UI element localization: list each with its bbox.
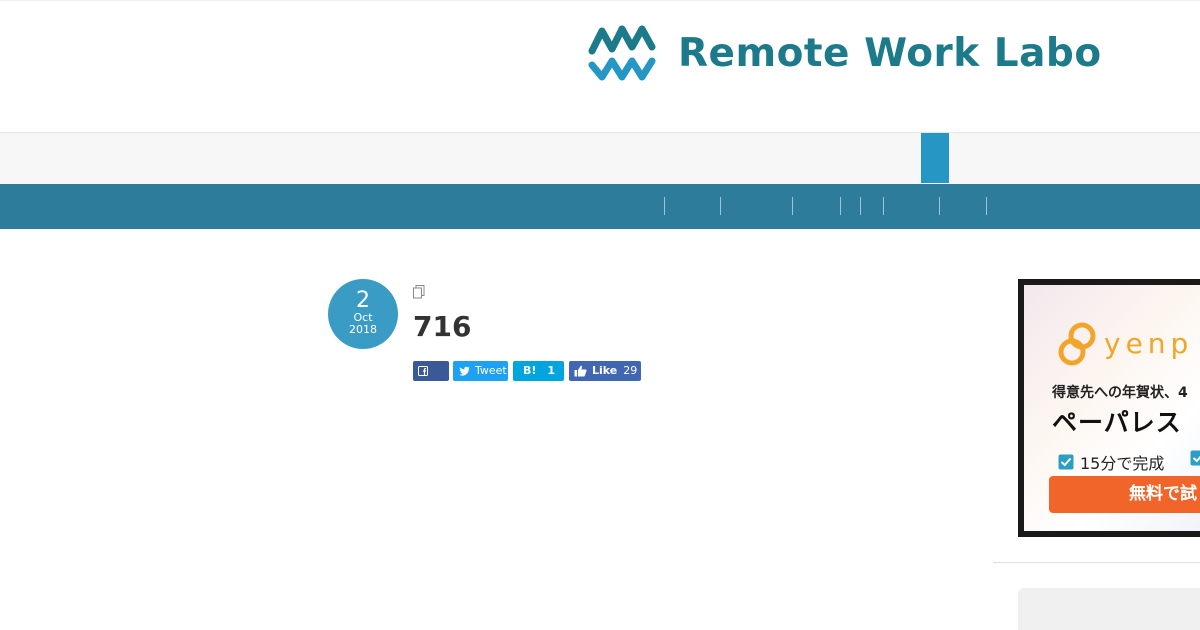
sidebar-divider	[993, 562, 1200, 563]
date-year: 2018	[349, 323, 377, 336]
sub-navigation	[0, 132, 1200, 185]
twitter-share-button[interactable]: Tweet	[453, 361, 508, 381]
nav-divider	[720, 197, 721, 215]
active-nav-tab[interactable]	[921, 133, 949, 183]
ad-feature-1: 15分で完成	[1058, 450, 1164, 474]
hatena-bookmark-count: 1	[547, 364, 556, 377]
nav-divider	[986, 197, 987, 215]
nav-divider	[840, 197, 841, 215]
nav-divider	[664, 197, 665, 215]
ad-brand-logo-icon	[1058, 322, 1096, 366]
checkbox-icon	[1058, 454, 1074, 470]
checkbox-icon	[1190, 450, 1200, 466]
post-date-badge: 2 Oct 2018	[328, 279, 398, 349]
facebook-icon	[418, 366, 428, 376]
twitter-share-label: Tweet	[475, 364, 507, 377]
ad-cta-button[interactable]: 無料で試	[1049, 476, 1200, 513]
ad-feature-1-label: 15分で完成	[1080, 454, 1165, 473]
twitter-icon	[459, 366, 470, 376]
nav-divider	[860, 197, 861, 215]
ad-headline-small: 得意先への年賀状、4	[1052, 385, 1188, 401]
thumbs-up-icon	[574, 365, 587, 377]
nav-divider	[883, 197, 884, 215]
hatena-bookmark-label: B!	[523, 364, 537, 377]
logo-mark-icon	[588, 25, 656, 81]
ad-content: yenp 得意先への年賀状、4 ペーパレス 15分で完成 無料で試	[1024, 285, 1200, 531]
facebook-like-button[interactable]: Like 29	[569, 361, 641, 381]
date-day: 2	[356, 288, 370, 313]
like-count: 29	[623, 364, 638, 377]
sidebar-widget	[1018, 588, 1200, 630]
ad-brand: yenp	[1058, 321, 1193, 367]
site-header: Remote Work Labo	[0, 0, 1200, 133]
facebook-share-button[interactable]	[413, 361, 449, 381]
hatena-bookmark-button[interactable]: B! 1	[513, 361, 564, 381]
sidebar-ad-banner[interactable]: yenp 得意先への年賀状、4 ペーパレス 15分で完成 無料で試	[1018, 279, 1200, 537]
ad-feature-2	[1190, 450, 1200, 466]
ad-headline-large: ペーパレス	[1052, 408, 1182, 437]
ad-brand-name: yenp	[1104, 327, 1194, 360]
like-label: Like	[592, 364, 618, 377]
main-navigation	[0, 184, 1200, 229]
nav-divider	[939, 197, 940, 215]
copy-icon	[413, 285, 425, 299]
site-name: Remote Work Labo	[678, 30, 1102, 76]
post-title: 716	[413, 310, 472, 343]
nav-divider	[792, 197, 793, 215]
site-logo[interactable]: Remote Work Labo	[588, 25, 1102, 81]
